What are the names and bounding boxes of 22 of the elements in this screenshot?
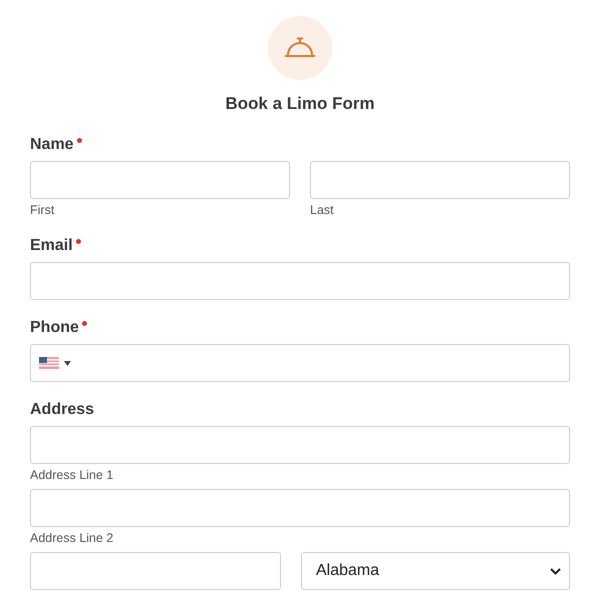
input-field[interactable] bbox=[30, 161, 290, 199]
sublabel: Address Line 1 bbox=[30, 468, 114, 483]
sublabel: Address Line 2 bbox=[30, 531, 114, 546]
input-field[interactable] bbox=[30, 552, 281, 590]
input-field[interactable] bbox=[30, 426, 570, 464]
flag-icon bbox=[39, 357, 59, 369]
field-label: Address bbox=[30, 400, 94, 420]
form-title: Book a Limo Form bbox=[225, 94, 375, 114]
country-selector[interactable] bbox=[39, 357, 71, 369]
caret-icon bbox=[64, 360, 71, 366]
state-select[interactable]: Alabama bbox=[301, 552, 570, 590]
service-bell-icon bbox=[268, 16, 332, 80]
field-label: Name bbox=[30, 135, 74, 155]
phone-field[interactable] bbox=[30, 344, 570, 382]
field-label: Phone bbox=[30, 318, 79, 338]
input-field[interactable] bbox=[310, 161, 570, 199]
sublabel: Last bbox=[310, 203, 334, 218]
chevron-down-icon bbox=[550, 568, 561, 574]
sublabel: First bbox=[30, 203, 54, 218]
input-field[interactable] bbox=[30, 489, 570, 527]
input-field[interactable] bbox=[30, 262, 570, 300]
field-label: Email bbox=[30, 236, 73, 256]
